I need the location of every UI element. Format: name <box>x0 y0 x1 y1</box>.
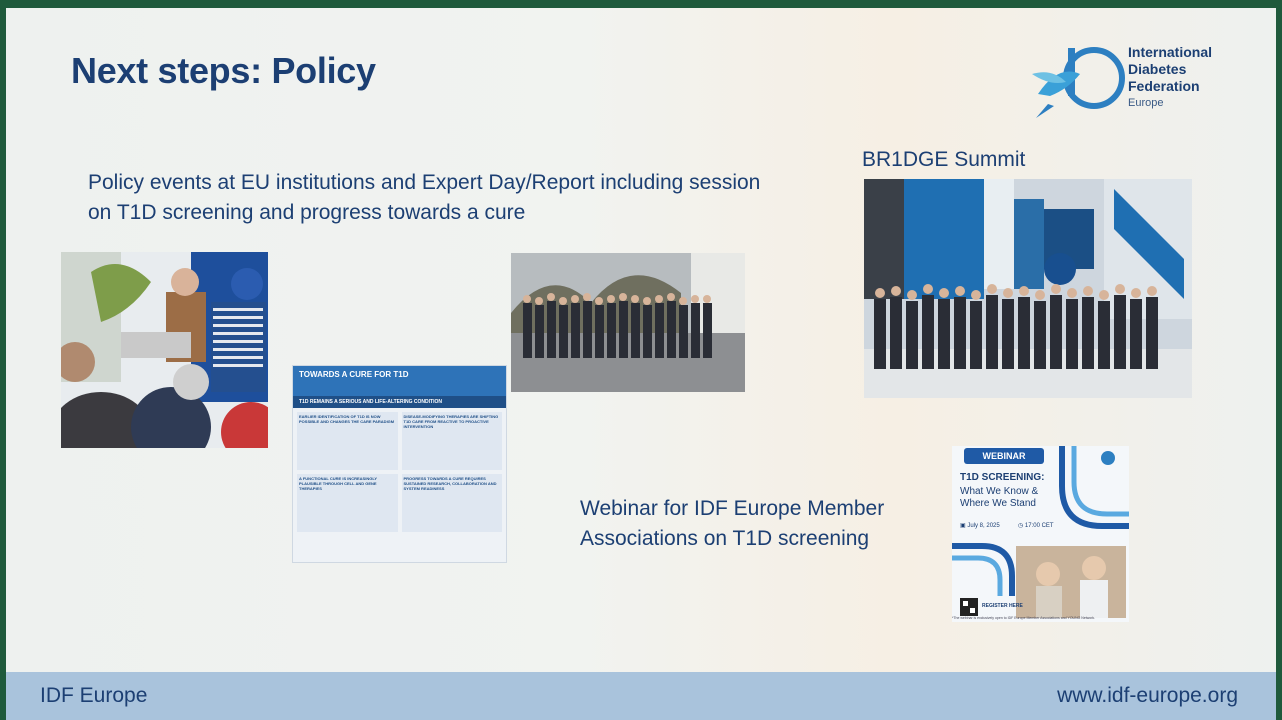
logo-line3: Federation <box>1128 78 1200 94</box>
webinar-pill: WEBINAR <box>964 448 1044 464</box>
logo-line2: Diabetes <box>1128 61 1187 77</box>
logo-text: International Diabetes Federation Europe <box>1128 44 1212 112</box>
photo-bridge-summit <box>864 179 1192 398</box>
poster-subheading: T1D REMAINS A SERIOUS AND LIFE-ALTERING … <box>293 396 506 408</box>
webinar-label: Webinar for IDF Europe Member Associatio… <box>580 497 885 550</box>
poster-cell: DISEASE-MODIFYING THERAPIES ARE SHIFTING… <box>401 412 502 470</box>
idf-europe-logo: International Diabetes Federation Europe <box>1028 34 1238 124</box>
footer-website: www.idf-europe.org <box>1057 684 1238 707</box>
poster-cell: EARLIER IDENTIFICATION OF T1D IS NOW POS… <box>297 412 398 470</box>
footer-bar: IDF Europe www.idf-europe.org <box>6 672 1276 720</box>
webinar-note: *The webinar is exclusively open to IDF … <box>952 616 1096 620</box>
poster-heading: TOWARDS A CURE FOR T1D <box>293 366 506 396</box>
poster-cell: A FUNCTIONAL CURE IS INCREASINGLY PLAUSI… <box>297 474 398 532</box>
lead-text: Policy events at EU institutions and Exp… <box>88 171 761 224</box>
webinar-card: WEBINAR T1D SCREENING: What We Know & Wh… <box>952 446 1129 622</box>
bridge-summit-label: BR1DGE Summit <box>862 148 1026 171</box>
register-here-text: REGISTER HERE <box>982 603 1023 609</box>
webinar-date: ▣ July 8, 2025 <box>960 523 1000 529</box>
logo-line1: International <box>1128 44 1213 60</box>
hummingbird-icon <box>1032 47 1125 118</box>
webinar-time: ◷ 17:00 CET <box>1018 523 1054 529</box>
slide-title: Next steps: Policy <box>71 50 376 91</box>
logo-region: Europe <box>1128 97 1164 109</box>
webinar-card-subtitle: What We Know & Where We Stand <box>960 486 1039 509</box>
towards-a-cure-poster: TOWARDS A CURE FOR T1D T1D REMAINS A SER… <box>292 365 507 563</box>
photo-expert-day-group <box>511 253 745 392</box>
poster-cell: PROGRESS TOWARDS A CURE REQUIRES SUSTAIN… <box>401 474 502 532</box>
poster-grid: EARLIER IDENTIFICATION OF T1D IS NOW POS… <box>293 408 506 536</box>
clock-icon: ◷ <box>1018 523 1025 529</box>
webinar-card-title: T1D SCREENING: <box>960 472 1045 483</box>
photo-eu-parliament-speaker <box>61 252 268 448</box>
slide: Next steps: Policy International Diabete… <box>6 8 1276 720</box>
footer-org: IDF Europe <box>40 684 148 707</box>
